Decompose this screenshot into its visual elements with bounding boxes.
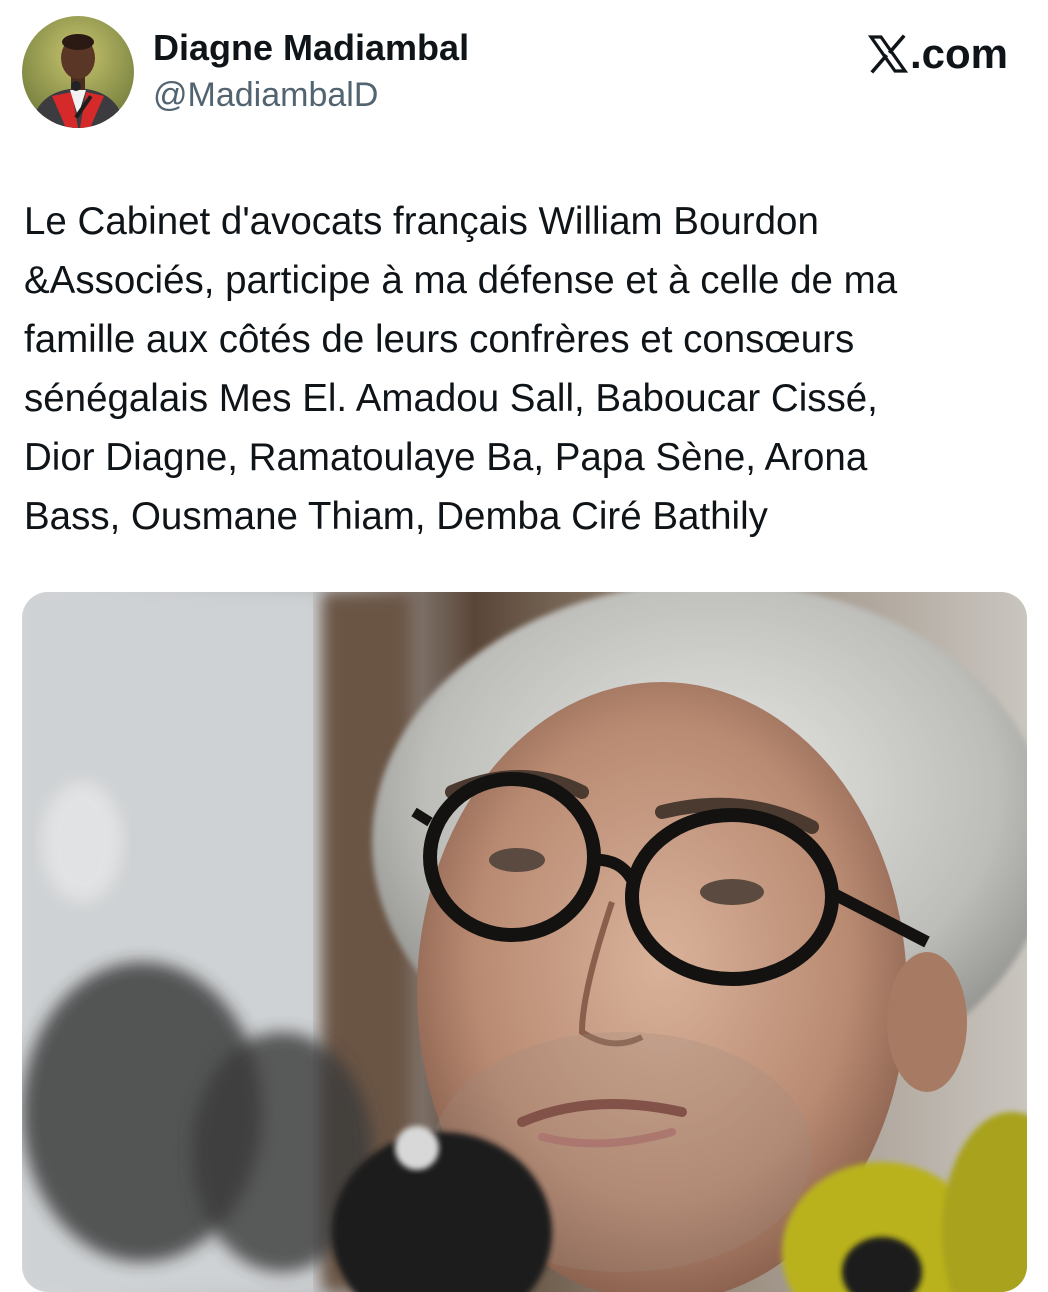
- author-avatar[interactable]: [22, 16, 134, 128]
- x-logo-icon: [867, 34, 909, 74]
- author-handle[interactable]: @MadiambalD: [153, 76, 469, 114]
- author-info: Diagne Madiambal @MadiambalD: [153, 28, 469, 115]
- tweet-body-text: Le Cabinet d'avocats français William Bo…: [24, 200, 898, 538]
- brand-domain-label: .com: [909, 30, 1008, 77]
- author-display-name[interactable]: Diagne Madiambal: [153, 28, 469, 68]
- x-com-brand[interactable]: .com: [867, 30, 1008, 78]
- tweet-media-photo[interactable]: [22, 592, 1027, 1292]
- tweet-header: Diagne Madiambal @MadiambalD .com: [0, 0, 1048, 140]
